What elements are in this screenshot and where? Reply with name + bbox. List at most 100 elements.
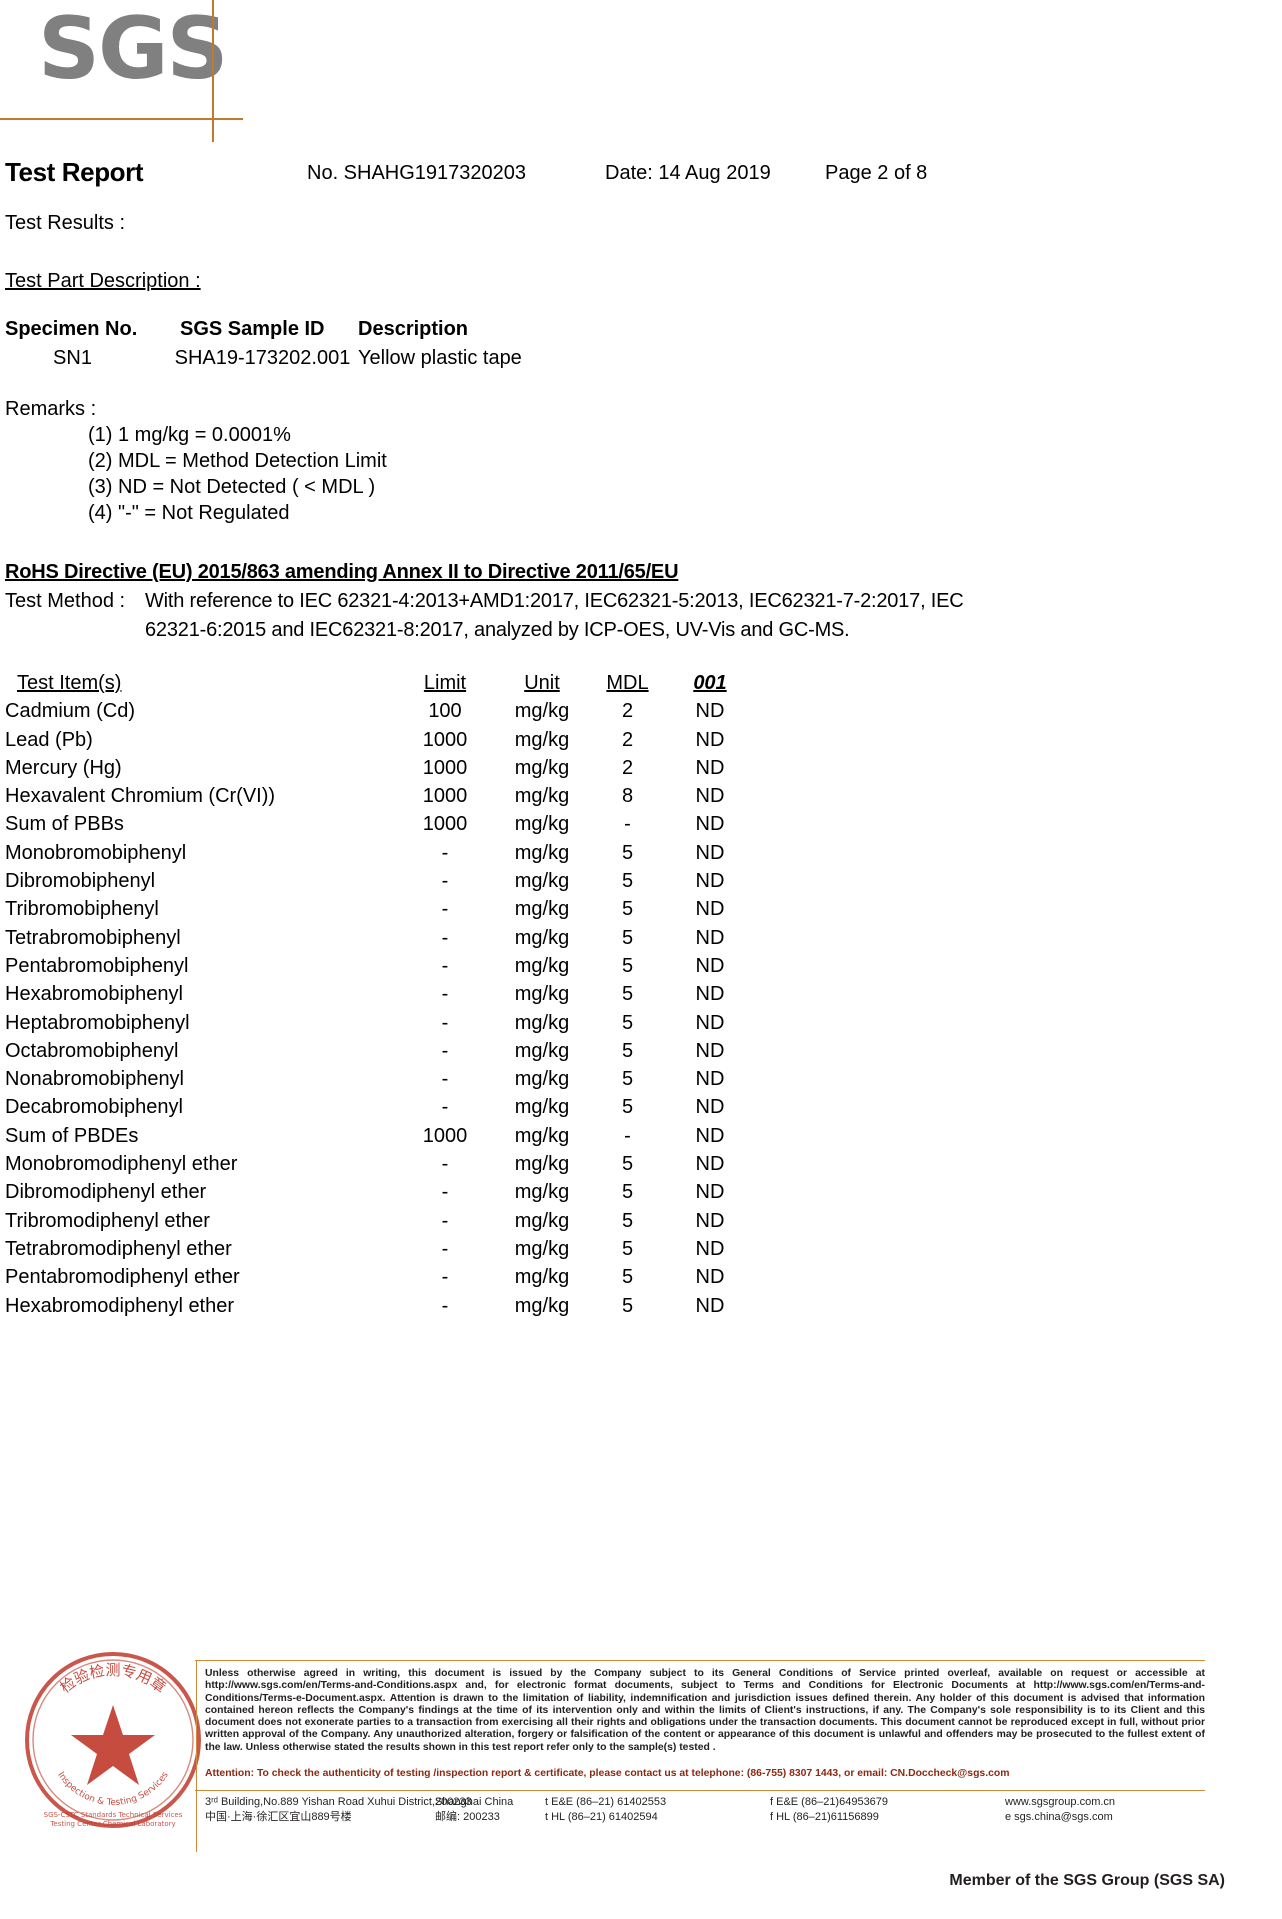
col-unit: Unit	[524, 672, 560, 694]
col-test-items: Test Item(s)	[17, 672, 122, 694]
email-link[interactable]: e sgs.china@sgs.com	[1005, 1810, 1113, 1825]
cell-limit: 100	[428, 700, 462, 723]
cell-unit: mg/kg	[514, 983, 570, 1006]
cell-mdl: 5	[621, 898, 634, 921]
cell-test-item: Monobromobiphenyl	[5, 841, 187, 864]
table-row: SN1 SHA19-173202.001 Yellow plastic tape	[5, 347, 705, 376]
svg-text:Testing Center-Chemical Labora: Testing Center-Chemical Laboratory	[49, 1820, 175, 1828]
cell-result-001: ND	[695, 954, 725, 977]
col-sample-001: 001	[693, 672, 727, 694]
remarks-list: (1) 1 mg/kg = 0.0001% (2) MDL = Method D…	[88, 424, 387, 528]
cell-result-001: ND	[695, 1153, 725, 1176]
cell-test-item: Mercury (Hg)	[5, 756, 122, 779]
cell-result-001: ND	[695, 728, 725, 751]
test-part-description-label: Test Part Description :	[5, 270, 201, 292]
cell-result-001: ND	[695, 1124, 725, 1147]
cell-mdl: 5	[621, 1294, 634, 1317]
cell-limit: 1000	[422, 785, 468, 808]
sgs-logo-text: SGS	[38, 0, 228, 99]
cell-limit: -	[441, 1266, 449, 1289]
cell-limit: -	[441, 1181, 449, 1204]
cell-unit: mg/kg	[514, 954, 570, 977]
cell-limit: -	[441, 1096, 449, 1119]
report-date: Date: 14 Aug 2019	[605, 162, 771, 184]
cell-test-item: Hexabromobiphenyl	[5, 983, 183, 1006]
postcode-cn: 邮编: 200233	[435, 1811, 500, 1823]
cell-result-001: ND	[695, 1039, 725, 1062]
address-cn: 中国·上海·徐汇区宜山889号楼	[205, 1811, 352, 1823]
cell-unit: mg/kg	[514, 841, 570, 864]
cell-result-001: ND	[695, 1237, 725, 1260]
cell-mdl: 5	[621, 870, 634, 893]
cell-mdl: 5	[621, 1011, 634, 1034]
phone-cn-1: t HL (86–21) 61402594	[545, 1811, 658, 1823]
cell-test-item: Tribromobiphenyl	[5, 898, 159, 921]
cell-mdl: 5	[621, 1096, 634, 1119]
svg-text:SGS-CSTC Standards Technical S: SGS-CSTC Standards Technical Services	[44, 1811, 183, 1819]
cell-result-001: ND	[695, 1266, 725, 1289]
cell-result-001: ND	[695, 926, 725, 949]
cell-unit: mg/kg	[514, 813, 570, 836]
cell-unit: mg/kg	[514, 1124, 570, 1147]
table-row: Sum of PBBs 1000 mg/kg - ND	[5, 813, 745, 841]
website-link[interactable]: www.sgsgroup.com.cn	[1005, 1795, 1115, 1810]
table-row: Dibromobiphenyl - mg/kg 5 ND	[5, 870, 745, 898]
cell-result-001: ND	[695, 1181, 725, 1204]
cell-limit: -	[441, 954, 449, 977]
cell-mdl: 5	[621, 1039, 634, 1062]
cell-limit: -	[441, 926, 449, 949]
cell-test-item: Dibromodiphenyl ether	[5, 1181, 207, 1204]
cell-result-001: ND	[695, 1096, 725, 1119]
official-stamp: 检验检测专用章 Inspection & Testing Services SG…	[18, 1645, 208, 1835]
cell-mdl: 5	[621, 841, 634, 864]
cell-test-item: Cadmium (Cd)	[5, 700, 136, 723]
address-line-en: 3ʳᵈ Building,No.889 Yishan Road Xuhui Di…	[205, 1795, 1215, 1810]
footer-address-block: 3ʳᵈ Building,No.889 Yishan Road Xuhui Di…	[205, 1795, 1215, 1825]
cell-specimen-no: SN1	[53, 347, 92, 369]
cell-test-item: Tribromodiphenyl ether	[5, 1209, 210, 1232]
svg-text:检验检测专用章: 检验检测专用章	[57, 1661, 170, 1697]
footer-vertical-rule	[196, 1660, 197, 1852]
cell-unit: mg/kg	[514, 1237, 570, 1260]
table-row: Tetrabromodiphenyl ether - mg/kg 5 ND	[5, 1238, 745, 1266]
stamp-seal-icon: 检验检测专用章 Inspection & Testing Services SG…	[25, 1652, 201, 1828]
cell-limit: -	[441, 1068, 449, 1091]
svg-text:Inspection & Testing Services: Inspection & Testing Services	[55, 1770, 171, 1808]
table-row: Lead (Pb) 1000 mg/kg 2 ND	[5, 729, 745, 757]
col-limit: Limit	[423, 672, 467, 694]
page-title: Test Report	[5, 157, 144, 187]
cell-test-item: Hexabromodiphenyl ether	[5, 1294, 235, 1317]
cell-test-item: Monobromodiphenyl ether	[5, 1153, 238, 1176]
cell-mdl: -	[624, 813, 631, 836]
list-item: (4) "-" = Not Regulated	[88, 502, 290, 524]
col-description: Description	[358, 318, 469, 340]
address-line-cn: 中国·上海·徐汇区宜山889号楼 邮编: 200233 t HL (86–21)…	[205, 1810, 1215, 1825]
specimen-table: Specimen No. SGS Sample ID Description S…	[5, 318, 705, 376]
cell-mdl: 5	[621, 1068, 634, 1091]
table-row: Dibromodiphenyl ether - mg/kg 5 ND	[5, 1181, 745, 1209]
table-row: Tetrabromobiphenyl - mg/kg 5 ND	[5, 927, 745, 955]
cell-unit: mg/kg	[514, 1068, 570, 1091]
table-row: Monobromodiphenyl ether - mg/kg 5 ND	[5, 1153, 745, 1181]
cell-mdl: 5	[621, 1181, 634, 1204]
results-table-header: Test Item(s) Limit Unit MDL 001	[5, 672, 745, 700]
table-row: Tribromodiphenyl ether - mg/kg 5 ND	[5, 1210, 745, 1238]
cell-limit: 1000	[422, 813, 468, 836]
cell-unit: mg/kg	[514, 1096, 570, 1119]
cell-limit: -	[441, 1209, 449, 1232]
test-method-label: Test Method :	[5, 590, 126, 612]
cell-mdl: 2	[621, 728, 634, 751]
report-number: No. SHAHG1917320203	[307, 162, 527, 184]
cell-test-item: Octabromobiphenyl	[5, 1039, 179, 1062]
cell-description: Yellow plastic tape	[358, 347, 522, 369]
cell-test-item: Sum of PBBs	[5, 813, 124, 836]
cell-test-item: Tetrabromobiphenyl	[5, 926, 181, 949]
cell-unit: mg/kg	[514, 898, 570, 921]
report-header: Test Report No. SHAHG1917320203 Date: 14…	[5, 157, 1275, 191]
cell-unit: mg/kg	[514, 756, 570, 779]
cell-mdl: 5	[621, 954, 634, 977]
cell-limit: -	[441, 1237, 449, 1260]
table-row: Mercury (Hg) 1000 mg/kg 2 ND	[5, 757, 745, 785]
table-row: Sum of PBDEs 1000 mg/kg - ND	[5, 1125, 745, 1153]
cell-mdl: 2	[621, 756, 634, 779]
